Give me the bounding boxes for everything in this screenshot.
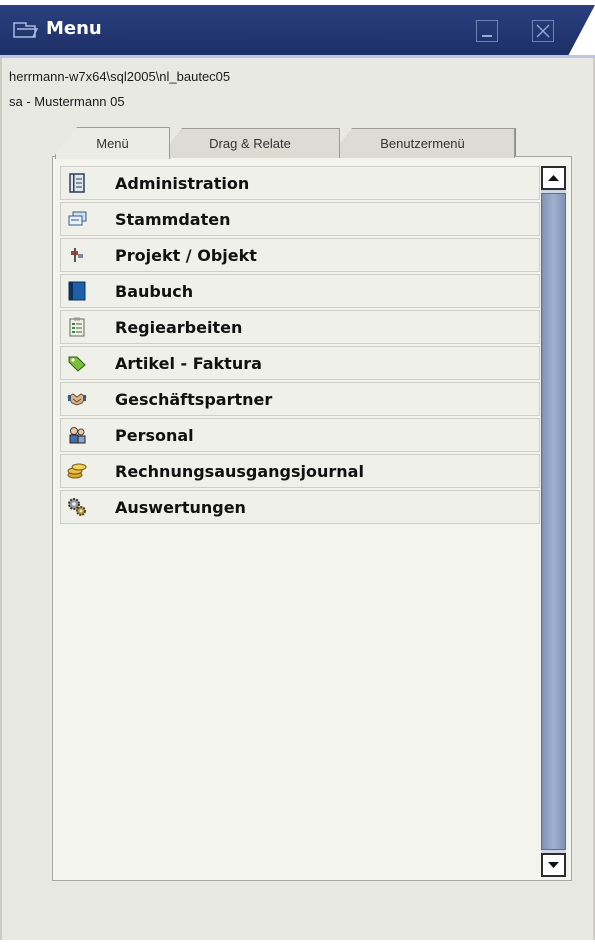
menu-item-stammdaten[interactable]: Stammdaten (60, 202, 540, 236)
menu-item-label: Artikel - Faktura (115, 353, 262, 373)
minimize-button[interactable] (476, 20, 498, 42)
personal-icon (67, 425, 87, 445)
window-icon (12, 20, 39, 40)
scroll-up-button[interactable] (541, 166, 566, 190)
menu-item-label: Personal (115, 425, 194, 445)
menu-item-baubuch[interactable]: Baubuch (60, 274, 540, 308)
title-bar-edge (0, 55, 595, 58)
database-path: herrmann-w7x64\sql2005\nl_bautec05 (9, 69, 231, 84)
tab-drag-relate[interactable]: Drag & Relate (160, 128, 340, 158)
tab-benutzermenue[interactable]: Benutzermenü (330, 128, 515, 158)
administration-icon (67, 173, 87, 193)
artikel-icon (67, 353, 87, 373)
window-left-border (0, 58, 2, 940)
window-title: Menu (46, 18, 102, 39)
title-bar[interactable]: Menu (0, 0, 595, 56)
user-info: sa - Mustermann 05 (9, 94, 125, 109)
menu-item-label: Administration (115, 173, 250, 193)
projekt-icon (67, 245, 87, 265)
coins-icon (67, 461, 87, 481)
menu-list: Administration Stammdaten Projekt / Obje… (60, 166, 540, 526)
arrow-up-icon (548, 175, 559, 181)
close-icon (536, 24, 550, 38)
regiearbeiten-icon (67, 317, 87, 337)
gears-icon (67, 497, 87, 517)
menu-item-label: Rechnungsausgangsjournal (115, 461, 364, 481)
menu-item-label: Geschäftspartner (115, 389, 273, 409)
menu-item-label: Regiearbeiten (115, 317, 243, 337)
stammdaten-icon (67, 209, 87, 229)
vertical-scrollbar[interactable] (541, 166, 566, 877)
arrow-down-icon (548, 862, 559, 868)
tab-menue[interactable]: Menü (55, 127, 170, 159)
menu-item-projekt-objekt[interactable]: Projekt / Objekt (60, 238, 540, 272)
scroll-down-button[interactable] (541, 853, 566, 877)
menu-item-label: Stammdaten (115, 209, 231, 229)
scroll-thumb[interactable] (541, 193, 566, 850)
window-bottom-border (0, 940, 595, 947)
baubuch-icon (67, 281, 87, 301)
tab-label: Menü (96, 136, 129, 151)
tab-label: Drag & Relate (209, 136, 291, 151)
menu-item-label: Baubuch (115, 281, 194, 301)
close-button[interactable] (532, 20, 554, 42)
menu-item-personal[interactable]: Personal (60, 418, 540, 452)
menu-item-auswertungen[interactable]: Auswertungen (60, 490, 540, 524)
menu-item-regiearbeiten[interactable]: Regiearbeiten (60, 310, 540, 344)
menu-item-label: Auswertungen (115, 497, 246, 517)
menu-item-administration[interactable]: Administration (60, 166, 540, 200)
menu-item-label: Projekt / Objekt (115, 245, 257, 265)
menu-item-geschaeftspartner[interactable]: Geschäftspartner (60, 382, 540, 416)
menu-item-rechnungsausgangsjournal[interactable]: Rechnungsausgangsjournal (60, 454, 540, 488)
tab-label: Benutzermenü (380, 136, 465, 151)
handshake-icon (67, 389, 87, 409)
menu-item-artikel-faktura[interactable]: Artikel - Faktura (60, 346, 540, 380)
